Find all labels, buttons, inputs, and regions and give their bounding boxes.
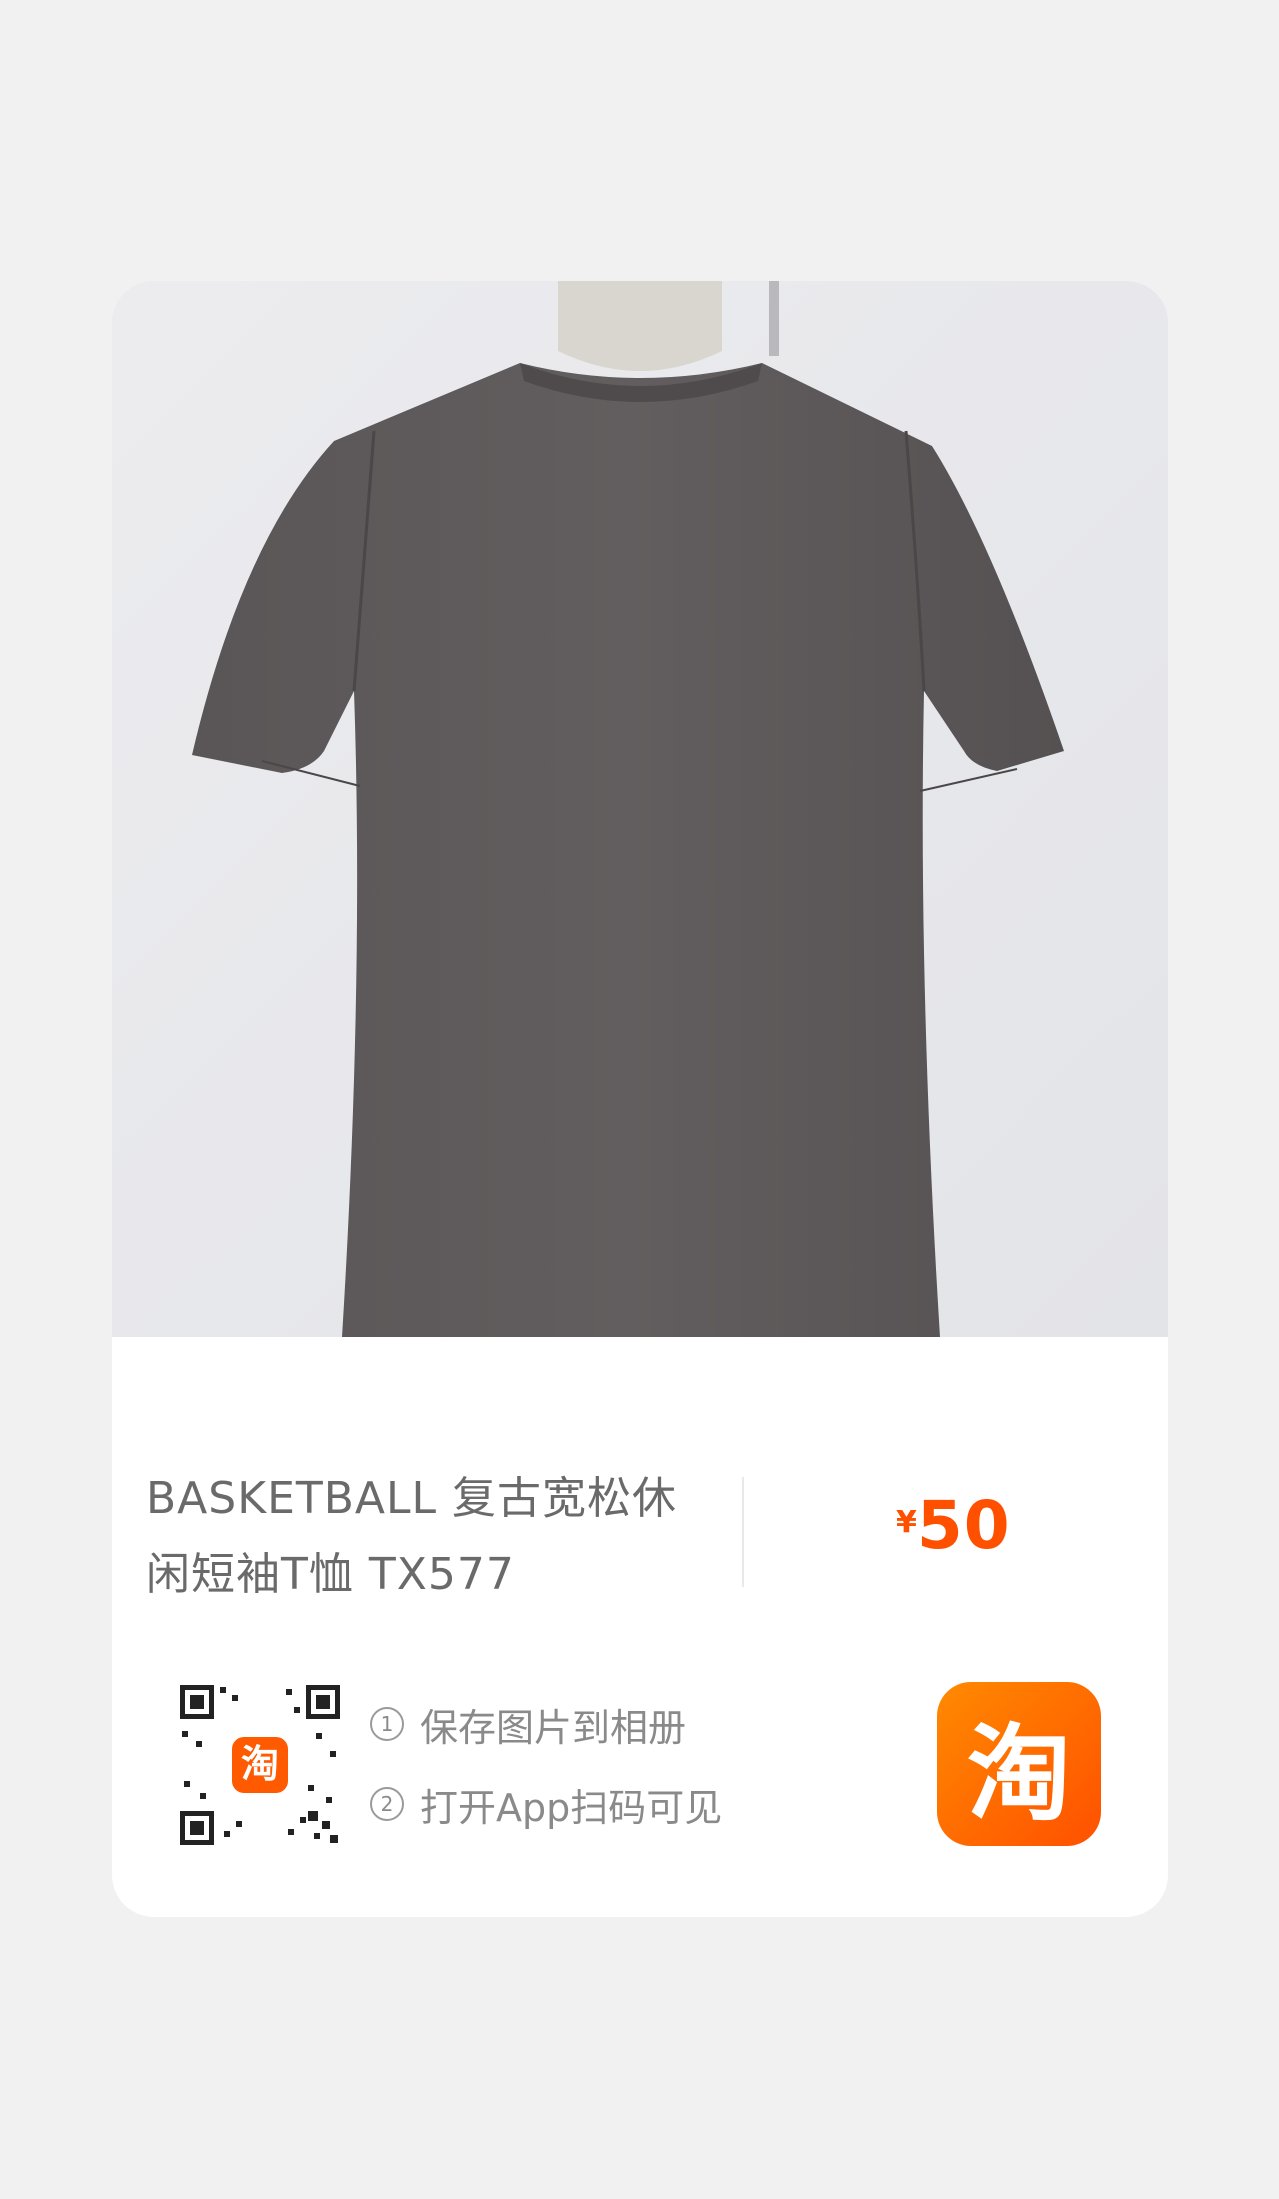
step-save-image: 1 保存图片到相册 — [370, 1697, 722, 1751]
price-amount: 50 — [916, 1487, 1011, 1564]
step-text: 打开App扫码可见 — [420, 1785, 723, 1830]
step-number-icon: 2 — [370, 1787, 404, 1821]
qr-code-icon[interactable]: 淘 — [176, 1681, 344, 1849]
step-open-app: 2 打开App扫码可见 — [370, 1777, 722, 1831]
divider — [742, 1477, 744, 1587]
currency-symbol: ¥ — [896, 1505, 917, 1540]
taobao-logo-glyph: 淘 — [966, 1712, 1071, 1835]
share-card: BASKETBALL 复古宽松休闲短袖T恤 TX577 ¥50 淘 1 保存图片… — [112, 281, 1168, 1917]
product-title: BASKETBALL 复古宽松休闲短袖T恤 TX577 — [146, 1473, 678, 1600]
taobao-logo-icon[interactable]: 淘 — [937, 1682, 1101, 1846]
price: ¥50 — [896, 1487, 1011, 1564]
step-text: 保存图片到相册 — [420, 1705, 687, 1750]
product-image[interactable] — [112, 281, 1168, 1337]
step-number-icon: 1 — [370, 1707, 404, 1741]
qr-badge-glyph: 淘 — [241, 1742, 279, 1786]
scan-instructions: 1 保存图片到相册 2 打开App扫码可见 — [370, 1697, 722, 1857]
